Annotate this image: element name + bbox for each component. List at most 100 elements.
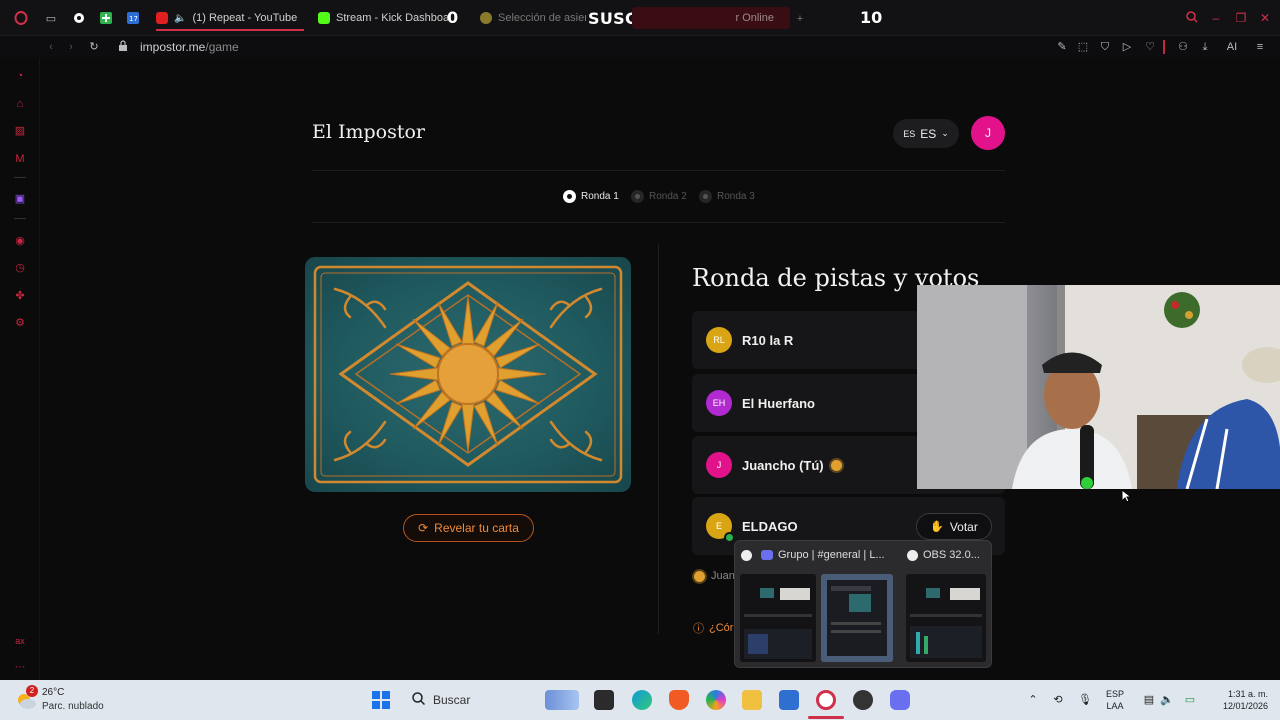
user-avatar[interactable]: J — [971, 116, 1005, 150]
rounds-divider — [312, 222, 1005, 223]
webcam-overlay — [917, 285, 1280, 489]
secret-card[interactable] — [305, 257, 631, 492]
preview-thumbnail-3[interactable] — [906, 574, 986, 662]
window-title: OBS 32.0... — [923, 549, 980, 561]
player-icon[interactable]: ◉ — [13, 234, 27, 248]
tab-icon-sheets[interactable] — [99, 12, 113, 26]
round-label: Ronda 2 — [649, 191, 687, 202]
gmail-icon[interactable]: M — [13, 152, 27, 166]
info-icon: ⓘ — [693, 623, 704, 635]
menu-icon[interactable]: ≡ — [1253, 40, 1267, 54]
flag-label: ES — [903, 128, 916, 139]
shield-icon[interactable]: ⛉ — [1098, 40, 1112, 54]
tab-kick[interactable]: Stream - Kick Dashboard — [318, 6, 448, 30]
help-link[interactable]: ⓘ ¿Cór — [693, 620, 733, 636]
player-name: ELDAGO — [742, 518, 798, 534]
chevron-up-icon[interactable]: ⌃ — [1026, 693, 1040, 707]
tab-label: Stream - Kick Dashboard — [336, 12, 448, 24]
speaker-icon: 🔈 — [174, 12, 187, 24]
system-clock[interactable]: 1:31 a. m. 12/01/2026 — [1206, 688, 1268, 712]
weather-icon[interactable]: 2 — [14, 685, 38, 712]
sync-icon[interactable]: ⟲ — [1051, 693, 1065, 707]
tab-seleccion[interactable]: Selección de asient — [480, 6, 586, 30]
play-icon[interactable]: ▷ — [1120, 40, 1134, 54]
url-field[interactable]: impostor.me/game — [140, 40, 239, 54]
settings-icon[interactable]: ⚙ — [13, 316, 27, 330]
search-tabs-icon[interactable] — [1185, 11, 1199, 25]
tab-impostor[interactable]: r Online — [632, 7, 790, 29]
brave-icon[interactable] — [669, 690, 689, 710]
weather-badge: 2 — [26, 685, 38, 697]
copilot-icon[interactable] — [706, 690, 726, 710]
reload-icon[interactable]: ↻ — [87, 40, 101, 54]
search-icon — [412, 692, 426, 708]
tab-youtube[interactable]: 🔈 (1) Repeat - YouTube — [156, 6, 306, 30]
maximize-icon[interactable]: ❐ — [1234, 11, 1248, 25]
header-divider — [312, 170, 1005, 171]
obs-icon — [907, 549, 918, 561]
reveal-card-button[interactable]: ⟳ Revelar tu carta — [403, 514, 534, 542]
pin-icon[interactable]: ✎ — [1055, 40, 1069, 54]
language-label: ES — [920, 126, 937, 141]
tab-label: r Online — [735, 12, 774, 24]
obs-icon[interactable] — [853, 690, 873, 710]
file-explorer-icon[interactable] — [742, 690, 762, 710]
bag-icon[interactable]: ⌂ — [13, 97, 27, 111]
toolbar-separator — [1163, 40, 1165, 54]
heart-icon[interactable]: ♡ — [1143, 40, 1157, 54]
status-line: Juan — [694, 570, 735, 582]
preview-window-1-title[interactable]: Grupo | #general | L... — [741, 549, 885, 561]
vote-label: Votar — [949, 519, 978, 534]
refresh-icon: ⟳ — [418, 521, 429, 535]
edge-icon[interactable] — [632, 690, 652, 710]
preview-thumbnail-2[interactable] — [821, 574, 893, 662]
more-icon[interactable]: ··· — [13, 660, 27, 674]
opera-gx-icon[interactable] — [816, 690, 836, 710]
tab-label: Selección de asient — [498, 12, 586, 24]
close-icon[interactable]: ✕ — [1258, 11, 1272, 25]
discord-icon[interactable] — [890, 690, 910, 710]
round-label: Ronda 3 — [717, 191, 755, 202]
network-icon[interactable]: ▤ — [1142, 693, 1156, 707]
twitch-icon[interactable]: ▣ — [13, 192, 27, 206]
page-title: El Impostor — [312, 121, 426, 143]
reveal-label: Revelar tu carta — [434, 521, 519, 535]
player-name: El Huerfano — [742, 395, 815, 411]
active-app-indicator — [808, 716, 844, 719]
tab-icon-generic[interactable] — [72, 12, 86, 26]
input-language[interactable]: ESP LAA — [1106, 688, 1124, 712]
new-tab-icon[interactable]: + — [793, 12, 807, 26]
aria-ai-button[interactable]: AI — [1220, 40, 1244, 54]
windows-start-icon[interactable] — [372, 691, 390, 709]
back-icon[interactable]: ‹ — [44, 40, 58, 54]
player-avatar: RL — [706, 327, 732, 353]
vote-button[interactable]: ✋ Votar — [916, 513, 992, 540]
battery-icon[interactable]: ▭ — [1183, 693, 1197, 707]
sidebar-divider — [14, 218, 26, 219]
profile-icon[interactable]: ⚇ — [1176, 40, 1190, 54]
volume-icon[interactable]: 🔈 — [1160, 693, 1174, 707]
speed-dial-icon[interactable]: ◔ — [13, 69, 27, 83]
minimize-icon[interactable]: – — [1209, 11, 1223, 25]
round-dot-icon — [631, 190, 644, 203]
sun-card-art — [313, 265, 623, 484]
messenger-icon[interactable]: ▨ — [13, 124, 27, 138]
terminal-icon[interactable] — [594, 690, 614, 710]
workspaces-icon[interactable]: ▭ — [44, 12, 58, 26]
tab-icon-calendar[interactable]: 17 — [126, 12, 140, 26]
microphone-icon[interactable]: 🎙 — [1078, 693, 1092, 707]
extensions-icon[interactable]: ✤ — [13, 289, 27, 303]
hand-icon: ✋ — [930, 521, 944, 533]
search-highlight-icon[interactable] — [545, 690, 579, 710]
online-check-icon — [724, 532, 735, 543]
forward-icon[interactable]: › — [64, 40, 78, 54]
sun-icon — [830, 459, 842, 471]
opera-logo-icon[interactable] — [14, 11, 28, 25]
preview-thumbnail-1[interactable] — [740, 574, 816, 662]
outlook-icon[interactable] — [779, 690, 799, 710]
preview-window-2-title[interactable]: OBS 32.0... — [907, 549, 980, 561]
snapshot-icon[interactable]: ⬚ — [1076, 40, 1090, 54]
language-select[interactable]: ES ES ⌄ — [893, 119, 959, 148]
download-icon[interactable]: ⤓ — [1198, 40, 1212, 54]
history-icon[interactable]: ◷ — [13, 261, 27, 275]
